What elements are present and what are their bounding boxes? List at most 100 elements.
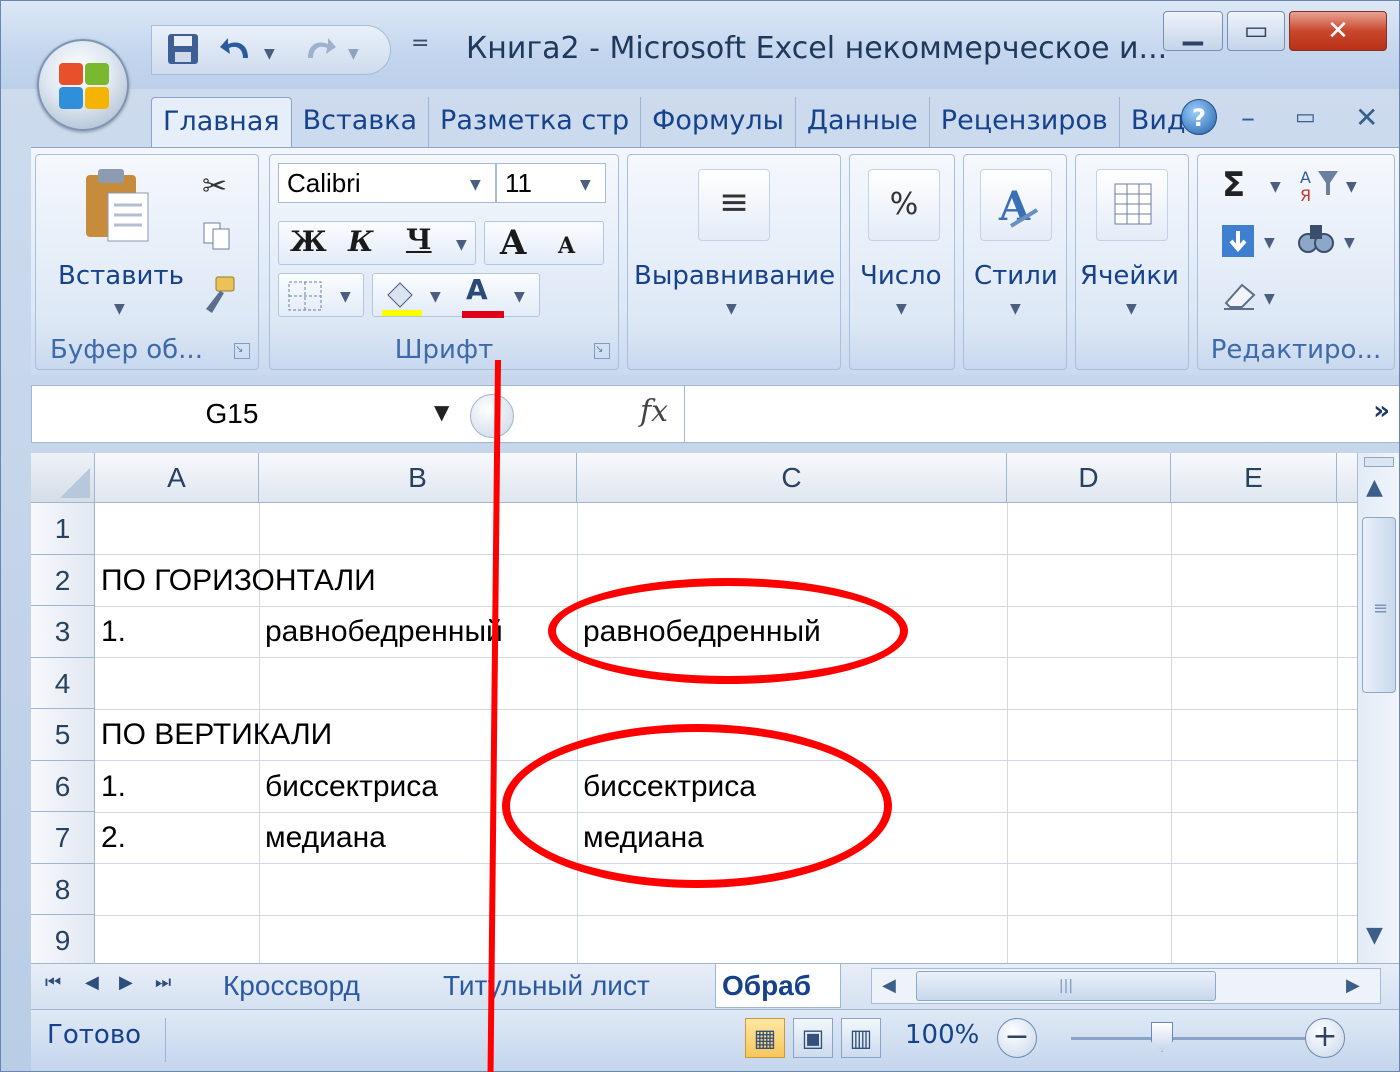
- scroll-right-icon[interactable]: ▶: [1346, 975, 1360, 996]
- font-color-dropdown-icon[interactable]: ▼: [514, 289, 525, 305]
- normal-view-button[interactable]: ▦: [745, 1018, 785, 1058]
- styles-group[interactable]: A Стили ▼: [963, 154, 1067, 370]
- last-sheet-icon[interactable]: ⏭: [155, 972, 171, 993]
- tab-home[interactable]: Главная: [151, 97, 292, 149]
- column-header-c[interactable]: C: [577, 453, 1007, 503]
- cell-a6[interactable]: 1.: [95, 761, 126, 812]
- alignment-group[interactable]: ≡ Выравнивание ▼: [627, 154, 841, 370]
- redo-dropdown-icon[interactable]: ▼: [348, 46, 359, 62]
- styles-dropdown-icon[interactable]: ▼: [1010, 301, 1021, 317]
- formula-input[interactable]: [692, 386, 1372, 442]
- tab-insert[interactable]: Вставка: [292, 97, 430, 149]
- clear-dropdown-icon[interactable]: ▼: [1264, 291, 1275, 307]
- prev-sheet-icon[interactable]: ◀: [85, 972, 99, 993]
- number-group[interactable]: % Число ▼: [849, 154, 955, 370]
- font-size-dropdown-icon[interactable]: ▼: [580, 177, 591, 193]
- copy-icon[interactable]: [202, 221, 232, 255]
- fill-color-icon[interactable]: [380, 277, 424, 321]
- sheet-tab-crossword[interactable]: Кроссворд: [223, 964, 360, 1008]
- ribbon-minimize-icon[interactable]: –: [1241, 101, 1255, 134]
- zoom-level[interactable]: 100%: [905, 1020, 979, 1050]
- column-header-f-partial[interactable]: [1337, 453, 1359, 503]
- borders-dropdown-icon[interactable]: ▼: [340, 289, 351, 305]
- vertical-scroll-thumb[interactable]: ≡: [1362, 517, 1396, 693]
- cell-b6[interactable]: биссектриса: [259, 761, 438, 812]
- tab-review[interactable]: Рецензиров: [930, 97, 1120, 149]
- ribbon-close-icon[interactable]: ✕: [1355, 101, 1378, 134]
- redo-icon[interactable]: [298, 32, 338, 74]
- row-header-3[interactable]: 3: [31, 606, 95, 658]
- vertical-scrollbar[interactable]: ▲ ≡ ▼: [1357, 453, 1399, 963]
- name-box-dropdown-icon[interactable]: ▼: [434, 400, 449, 424]
- clear-icon[interactable]: [1220, 277, 1260, 315]
- row-header-2[interactable]: 2: [31, 554, 95, 606]
- sheet-tab-active[interactable]: Обраб: [715, 964, 841, 1008]
- row-header-8[interactable]: 8: [31, 863, 95, 915]
- scroll-left-icon[interactable]: ◀: [882, 975, 896, 996]
- minimize-button[interactable]: ▁: [1163, 11, 1223, 51]
- row-header-7[interactable]: 7: [31, 812, 95, 864]
- underline-dropdown-icon[interactable]: ▼: [456, 237, 467, 253]
- undo-dropdown-icon[interactable]: ▼: [264, 46, 275, 62]
- fill-dropdown-icon[interactable]: ▼: [1264, 235, 1275, 251]
- cells-group[interactable]: Ячейки ▼: [1075, 154, 1189, 370]
- format-painter-icon[interactable]: [198, 275, 238, 319]
- paste-icon[interactable]: [80, 165, 152, 245]
- scroll-up-icon[interactable]: ▲: [1366, 475, 1383, 500]
- page-break-view-button[interactable]: ▥: [841, 1018, 881, 1058]
- ribbon-restore-icon[interactable]: ▭: [1295, 105, 1316, 130]
- cell-a5[interactable]: ПО ВЕРТИКАЛИ: [95, 709, 332, 760]
- column-header-a[interactable]: A: [95, 453, 259, 503]
- clipboard-launcher-icon[interactable]: ↘: [234, 343, 250, 359]
- insert-function-icon[interactable]: fx: [640, 394, 668, 429]
- scroll-down-icon[interactable]: ▼: [1366, 923, 1383, 948]
- column-header-d[interactable]: D: [1007, 453, 1171, 503]
- close-button[interactable]: ✕: [1289, 11, 1387, 51]
- autosum-dropdown-icon[interactable]: ▼: [1270, 179, 1281, 195]
- help-icon[interactable]: ?: [1181, 99, 1217, 135]
- number-dropdown-icon[interactable]: ▼: [896, 301, 907, 317]
- bold-button[interactable]: Ж: [290, 225, 327, 258]
- page-layout-view-button[interactable]: ▣: [793, 1018, 833, 1058]
- find-select-dropdown-icon[interactable]: ▼: [1344, 235, 1355, 251]
- grow-font-button[interactable]: A: [500, 223, 526, 263]
- column-header-b[interactable]: B: [259, 453, 577, 503]
- tab-formulas[interactable]: Формулы: [641, 97, 796, 149]
- font-name-combo[interactable]: Calibri: [278, 163, 496, 203]
- sort-filter-dropdown-icon[interactable]: ▼: [1346, 179, 1357, 195]
- split-box[interactable]: [1364, 457, 1394, 467]
- cell-b7[interactable]: медиана: [259, 812, 386, 863]
- paste-dropdown-icon[interactable]: ▼: [114, 301, 125, 317]
- row-header-6[interactable]: 6: [31, 760, 95, 812]
- restore-button[interactable]: ▭: [1227, 11, 1285, 51]
- row-header-5[interactable]: 5: [31, 709, 95, 761]
- tab-data[interactable]: Данные: [796, 97, 930, 149]
- italic-button[interactable]: К: [348, 225, 373, 258]
- font-launcher-icon[interactable]: ↘: [594, 343, 610, 359]
- row-header-9[interactable]: 9: [31, 915, 95, 963]
- expand-formula-bar-icon[interactable]: »: [1373, 396, 1390, 426]
- font-color-button[interactable]: A: [466, 273, 488, 306]
- cell-a3[interactable]: 1.: [95, 606, 126, 657]
- autosum-icon[interactable]: Σ: [1222, 165, 1245, 205]
- name-box[interactable]: G15: [32, 386, 432, 442]
- column-header-e[interactable]: E: [1171, 453, 1337, 503]
- row-header-4[interactable]: 4: [31, 657, 95, 709]
- font-name-dropdown-icon[interactable]: ▼: [470, 177, 481, 193]
- find-select-icon[interactable]: [1296, 219, 1336, 263]
- paste-button[interactable]: Вставить: [58, 261, 184, 291]
- zoom-in-button[interactable]: +: [1305, 1018, 1345, 1058]
- sheet-tab-title-page[interactable]: Титульный лист: [443, 964, 650, 1008]
- save-icon[interactable]: [166, 32, 200, 74]
- cell-b3[interactable]: равнобедренный: [259, 606, 503, 657]
- sort-filter-icon[interactable]: АЯ: [1298, 165, 1342, 209]
- select-all-button[interactable]: [31, 453, 95, 503]
- customize-qat-icon[interactable]: =: [411, 31, 429, 56]
- next-sheet-icon[interactable]: ▶: [119, 972, 133, 993]
- first-sheet-icon[interactable]: ⏮: [45, 972, 61, 993]
- cut-icon[interactable]: ✂: [202, 169, 227, 204]
- fill-color-dropdown-icon[interactable]: ▼: [430, 289, 441, 305]
- formula-bar-resize-handle[interactable]: [470, 394, 514, 438]
- row-header-1[interactable]: 1: [31, 503, 95, 555]
- zoom-out-button[interactable]: −: [997, 1018, 1037, 1058]
